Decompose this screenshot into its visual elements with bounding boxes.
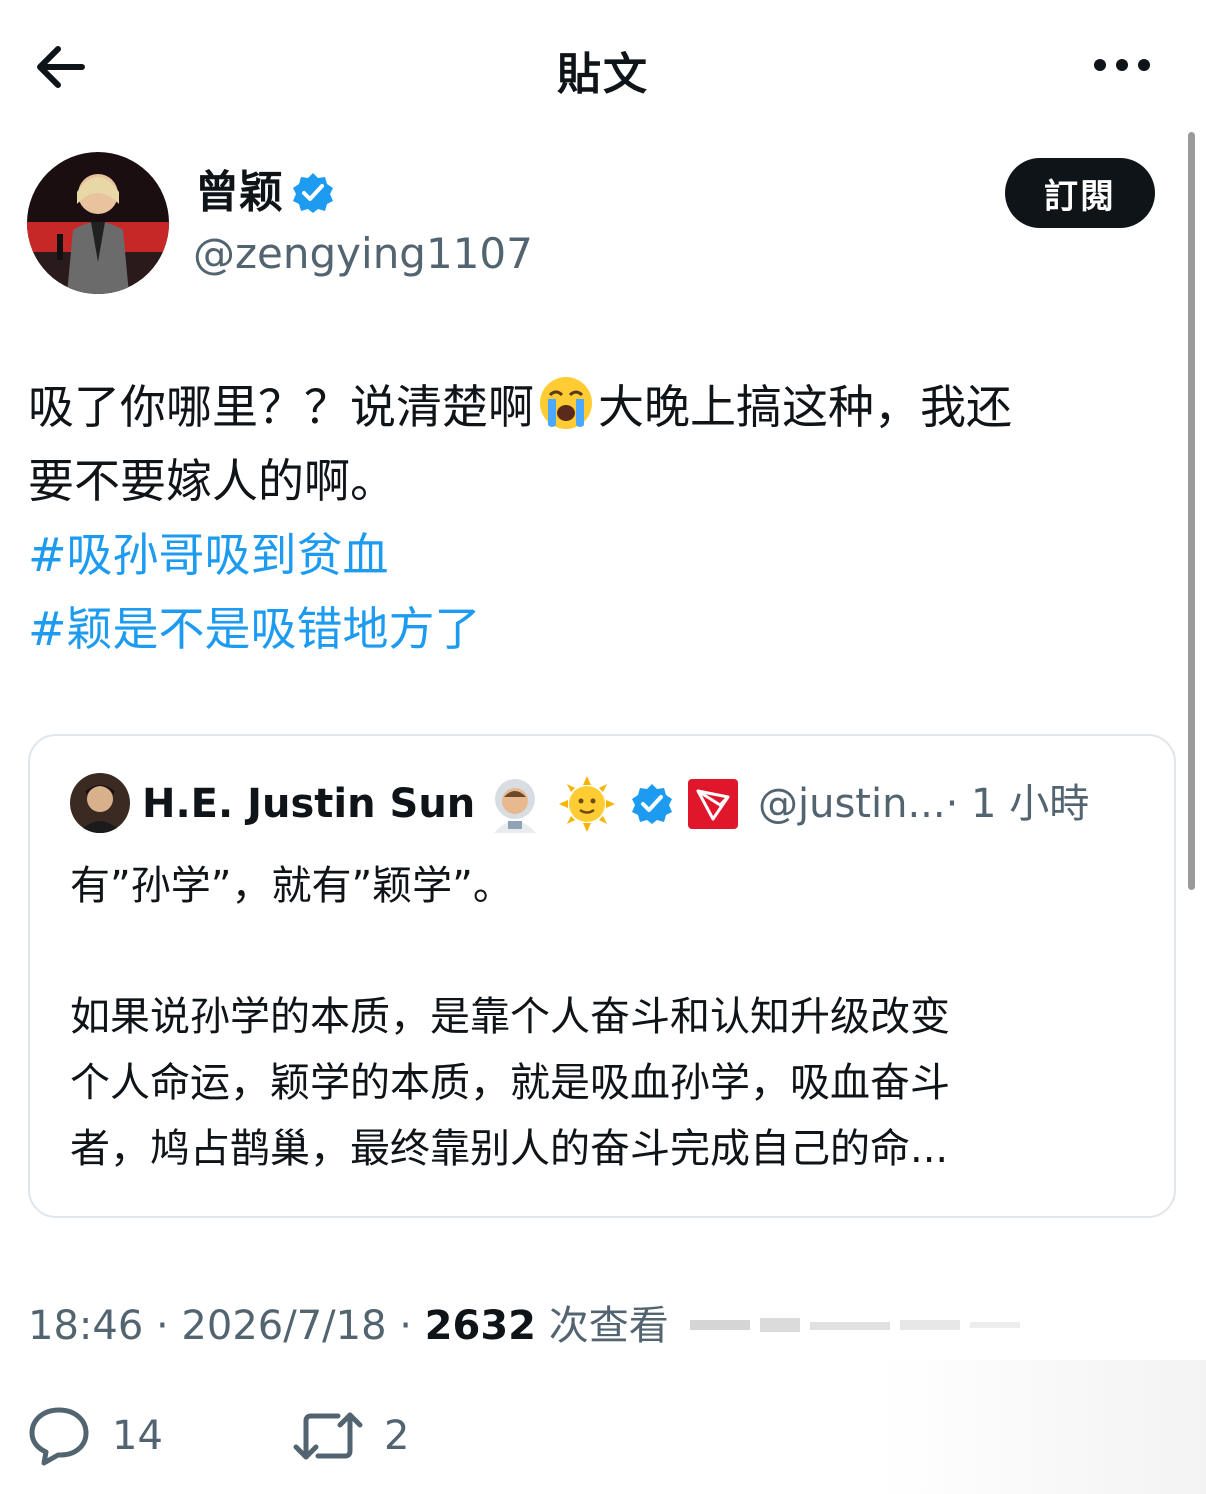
tweet-timestamp: 18:46 · 2026/7/18 · xyxy=(28,1303,425,1349)
more-icon xyxy=(1094,59,1150,71)
reply-count: 14 xyxy=(112,1413,163,1459)
quoted-tweet-first-line: 有”孙学”，就有”颖学”。 xyxy=(70,863,513,909)
author-name-text: 曾颖 xyxy=(195,167,283,218)
hashtag-link[interactable]: #吸孙哥吸到贫血 xyxy=(28,518,389,592)
quoted-author-badges xyxy=(486,774,738,834)
author-name[interactable]: 曾颖 xyxy=(195,165,335,221)
quoted-tweet-body: 如果说孙学的本质，是靠个人奋斗和认知升级改变 个人命运，颖学的本质，就是吸血孙学… xyxy=(70,984,1150,1182)
view-count: 2632 xyxy=(424,1303,536,1349)
scrollbar[interactable] xyxy=(1188,132,1195,890)
blur-overlay xyxy=(880,1360,1206,1494)
verified-badge-icon xyxy=(632,784,672,824)
quoted-tweet-line: 个人命运，颖学的本质，就是吸血孙学，吸血奋斗 xyxy=(70,1060,950,1106)
noise-overlay xyxy=(690,1318,1020,1332)
quoted-tweet-time: · 1 小時 xyxy=(945,781,1090,827)
tweet-text-part2: 大晚上搞这种，我还 xyxy=(598,380,1012,434)
hashtag-link[interactable]: #颖是不是吸错地方了 xyxy=(28,592,481,666)
comment-icon xyxy=(29,1407,89,1466)
tron-logo-icon xyxy=(688,779,738,829)
quoted-tweet-line: 者，鸠占鹊巢，最终靠别人的奋斗完成自己的命... xyxy=(70,1126,949,1172)
retweet-button[interactable]: 2 xyxy=(292,1405,409,1467)
quoted-author-name: H.E. Justin Sun xyxy=(142,781,476,827)
verified-badge-icon xyxy=(293,173,333,213)
reply-button[interactable]: 14 xyxy=(28,1405,163,1467)
tweet-text: 吸了你哪里？？说清楚啊 大晚上搞这种，我还 要不要嫁人的啊。 xyxy=(28,370,1188,518)
astronaut-icon xyxy=(494,779,536,833)
subscribe-button[interactable]: 訂閱 xyxy=(1005,158,1155,228)
tweet-text-part1: 吸了你哪里？？说清楚啊 xyxy=(28,380,534,434)
author-handle[interactable]: @zengying1107 xyxy=(193,226,533,282)
retweet-count: 2 xyxy=(384,1413,410,1459)
loudly-crying-face-icon xyxy=(540,377,592,429)
quoted-author-avatar[interactable] xyxy=(70,773,130,833)
more-options-button[interactable] xyxy=(1090,50,1154,80)
quoted-author-handle: @justin... xyxy=(758,781,946,827)
quoted-handle-time: @justin...· 1 小時 xyxy=(758,778,1089,830)
retweet-icon xyxy=(293,1412,363,1460)
sun-with-face-icon xyxy=(559,776,615,832)
author-avatar[interactable] xyxy=(27,152,169,294)
quoted-tweet-line: 如果说孙学的本质，是靠个人奋斗和认知升级改变 xyxy=(70,994,950,1040)
page-title: 貼文 xyxy=(557,49,649,100)
tweet-meta: 18:46 · 2026/7/18 · 2632 次查看 xyxy=(28,1298,669,1354)
tweet-text-line2: 要不要嫁人的啊。 xyxy=(28,454,396,508)
view-label: 次查看 xyxy=(536,1303,669,1349)
